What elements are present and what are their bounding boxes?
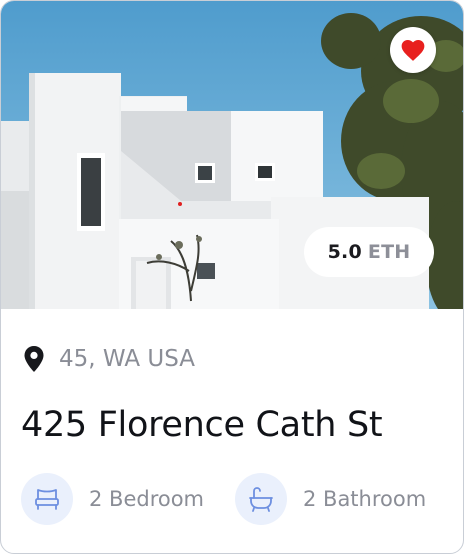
property-title: 425 Florence Cath St — [21, 405, 383, 445]
price-currency: ETH — [367, 241, 411, 263]
bedrooms-icon-badge — [21, 473, 73, 525]
price-amount: 5.0 — [327, 241, 362, 263]
bed-icon — [35, 489, 59, 510]
bathrooms-label: 2 Bathroom — [303, 487, 427, 511]
map-pin-icon — [24, 346, 44, 372]
location-text: 45, WA USA — [59, 346, 196, 372]
bathrooms-feature: 2 Bathroom — [235, 473, 426, 525]
property-photo: 5.0 ETH — [1, 1, 463, 309]
location-row: 45, WA USA — [23, 345, 195, 373]
property-card[interactable]: 5.0 ETH 45, WA USA 425 Florence Cath St … — [0, 0, 464, 554]
favorite-button[interactable] — [390, 27, 436, 73]
heart-icon — [401, 40, 425, 61]
bedrooms-label: 2 Bedroom — [89, 487, 205, 511]
bedrooms-feature: 2 Bedroom — [21, 473, 204, 525]
price-badge: 5.0 ETH — [304, 227, 434, 277]
bathrooms-icon-badge — [235, 473, 287, 525]
bathtub-icon — [249, 487, 273, 512]
